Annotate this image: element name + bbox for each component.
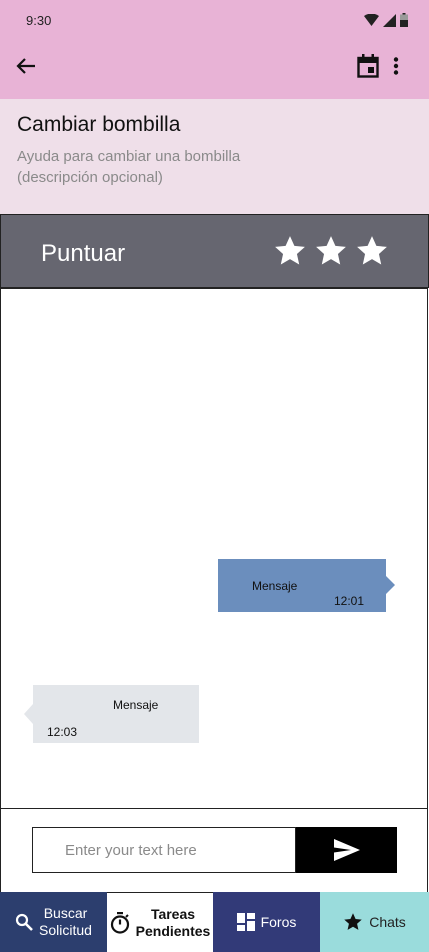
send-icon: [333, 839, 360, 861]
signal-icon: [383, 13, 396, 27]
nav-label-line1: Tareas: [150, 905, 196, 922]
message-input[interactable]: [32, 827, 296, 873]
task-description: Ayuda para cambiar una bombilla (descrip…: [17, 148, 241, 186]
message-time: 12:01: [334, 594, 365, 608]
nav-foros[interactable]: Foros: [213, 892, 320, 952]
outgoing-message-bubble: Mensaje 12:01: [218, 559, 395, 612]
nav-label: Chats: [369, 913, 406, 930]
nav-label-line1: Buscar: [43, 905, 88, 921]
nav-buscar-solicitud[interactable]: Buscar Solicitud: [0, 892, 107, 952]
wifi-icon: [364, 14, 379, 26]
bottom-navigation: Buscar Solicitud Tareas Pendientes Foros…: [0, 892, 429, 952]
app-screen: 9:30 Cambiar bombilla Ayuda para cambiar…: [0, 0, 429, 952]
message-time: 12:03: [47, 725, 78, 739]
star-3-button[interactable]: [354, 231, 390, 271]
rating-label: Puntuar: [41, 240, 126, 267]
back-button[interactable]: [12, 52, 40, 80]
status-time: 9:30: [26, 13, 52, 28]
nav-chats[interactable]: Chats: [320, 892, 429, 952]
dashboard-icon: [236, 913, 255, 931]
star-2-button[interactable]: [313, 231, 349, 271]
task-title: Cambiar bombilla: [17, 113, 181, 136]
nav-label: Tareas Pendientes: [136, 906, 211, 940]
message-text: Mensaje: [113, 698, 159, 712]
search-icon: [15, 913, 33, 931]
more-vertical-icon: [393, 57, 399, 75]
status-icons: [364, 13, 408, 27]
star-icon: [275, 236, 305, 265]
message-text: Mensaje: [252, 579, 298, 593]
nav-label: Buscar Solicitud: [39, 905, 92, 939]
star-icon: [357, 236, 387, 265]
nav-label-line2: Solicitud: [39, 922, 92, 938]
star-icon: [316, 236, 346, 265]
app-bar: 9:30: [0, 0, 429, 99]
star-1-button[interactable]: [272, 231, 308, 271]
calendar-button[interactable]: [355, 53, 381, 79]
more-options-button[interactable]: [387, 53, 405, 79]
incoming-message-bubble: Mensaje 12:03: [24, 685, 199, 743]
nav-tareas-pendientes[interactable]: Tareas Pendientes: [107, 892, 213, 952]
timer-icon: [110, 911, 129, 934]
nav-label-line2: Pendientes: [135, 922, 211, 939]
nav-label: Foros: [260, 913, 297, 930]
rating-stars: [272, 231, 390, 271]
battery-icon: [400, 13, 408, 27]
calendar-icon: [357, 54, 379, 78]
arrow-left-icon: [16, 58, 35, 74]
star-icon: [344, 913, 362, 930]
send-button[interactable]: [296, 827, 397, 873]
